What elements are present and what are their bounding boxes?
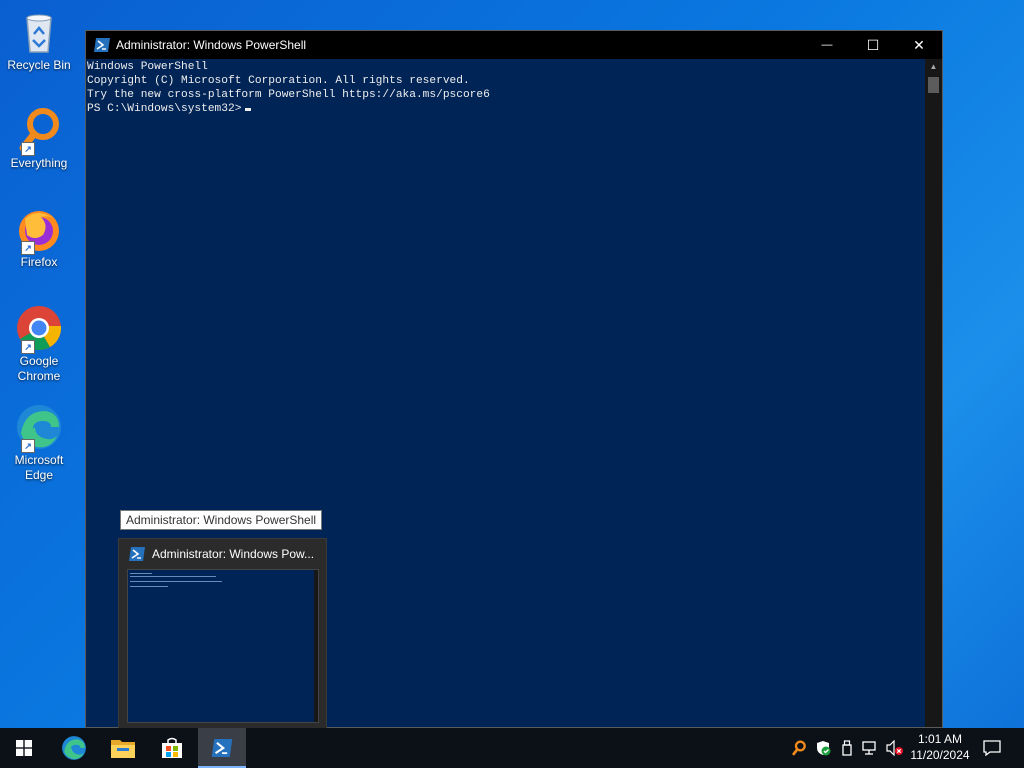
recycle-bin-icon xyxy=(15,8,63,56)
desktop-icon-google-chrome[interactable]: ↗ Google Chrome xyxy=(4,304,74,384)
start-icon xyxy=(16,740,32,756)
scroll-up-icon[interactable]: ▲ xyxy=(925,59,942,75)
powershell-icon xyxy=(211,739,233,757)
shortcut-arrow-icon: ↗ xyxy=(21,241,35,255)
taskbar-powershell[interactable] xyxy=(198,728,246,768)
chrome-icon: ↗ xyxy=(15,304,63,354)
console-line: Copyright (C) Microsoft Corporation. All… xyxy=(87,75,470,87)
window-title: Administrator: Windows PowerShell xyxy=(116,38,307,52)
usb-device-icon xyxy=(842,740,852,756)
thumb-scrollbar xyxy=(314,570,318,722)
preview-titlebar: Administrator: Windows Pow... xyxy=(119,539,326,569)
desktop-icon-label: Microsoft Edge xyxy=(14,453,64,482)
thumb-line xyxy=(130,573,152,574)
maximize-icon: ☐ xyxy=(866,36,880,53)
minimize-button[interactable]: — xyxy=(804,31,850,59)
tray-usb[interactable] xyxy=(836,728,858,768)
desktop-icon-label: Everything xyxy=(10,156,68,170)
taskbar-thumbnail-preview[interactable]: Administrator: Windows Pow... xyxy=(118,538,327,730)
taskbar: 1:01 AM 11/20/2024 xyxy=(0,728,1024,768)
console-prompt-line[interactable]: PS C:\Windows\system32> xyxy=(87,102,924,116)
console-prompt: PS C:\Windows\system32> xyxy=(87,103,242,115)
console-line: Try the new cross-platform PowerShell ht… xyxy=(87,89,490,101)
network-icon xyxy=(862,741,876,755)
everything-search-icon xyxy=(792,740,806,756)
taskbar-edge[interactable] xyxy=(50,728,98,768)
security-shield-icon xyxy=(817,741,831,756)
taskbar-clock[interactable]: 1:01 AM 11/20/2024 xyxy=(904,731,976,763)
thumb-line xyxy=(130,581,222,582)
thumb-line xyxy=(130,586,168,587)
start-button[interactable] xyxy=(0,728,48,768)
taskbar-microsoft-store[interactable] xyxy=(148,728,196,768)
clock-date: 11/20/2024 xyxy=(910,748,970,762)
desktop-icon-everything[interactable]: ↗ Everything xyxy=(4,106,74,171)
desktop-icon-firefox[interactable]: ↗ Firefox xyxy=(4,205,74,270)
powershell-icon xyxy=(94,38,110,52)
maximize-button[interactable]: ☐ xyxy=(850,31,896,59)
everything-search-icon: ↗ xyxy=(15,106,63,156)
tray-volume[interactable] xyxy=(884,728,906,768)
vertical-scrollbar[interactable]: ▲ xyxy=(925,59,942,727)
firefox-icon: ↗ xyxy=(15,205,63,255)
taskbar-file-explorer[interactable] xyxy=(99,728,147,768)
desktop-icon-label: Recycle Bin xyxy=(7,58,71,72)
close-icon: ✕ xyxy=(913,36,925,53)
shortcut-arrow-icon: ↗ xyxy=(21,142,35,156)
console-line: Windows PowerShell xyxy=(87,61,208,73)
thumb-line xyxy=(130,576,216,577)
powershell-icon xyxy=(129,547,145,561)
scrollbar-thumb[interactable] xyxy=(928,77,939,93)
tray-security[interactable] xyxy=(812,728,834,768)
desktop-icon-label: Firefox xyxy=(20,255,58,269)
clock-time: 1:01 AM xyxy=(917,732,963,746)
preview-thumbnail xyxy=(127,569,319,723)
window-titlebar[interactable]: Administrator: Windows PowerShell — ☐ ✕ xyxy=(86,31,942,59)
taskbar-tooltip: Administrator: Windows PowerShell xyxy=(120,510,323,530)
shortcut-arrow-icon: ↗ xyxy=(21,439,35,453)
preview-title: Administrator: Windows Pow... xyxy=(152,547,315,561)
edge-icon xyxy=(62,736,86,760)
tray-network[interactable] xyxy=(860,728,882,768)
text-cursor xyxy=(245,108,252,111)
notification-icon xyxy=(983,740,1001,756)
desktop-icon-microsoft-edge[interactable]: ↗ Microsoft Edge xyxy=(4,403,74,483)
tray-everything[interactable] xyxy=(788,728,810,768)
action-center-button[interactable] xyxy=(978,728,1006,768)
file-explorer-icon xyxy=(111,740,135,758)
desktop-icon-recycle-bin[interactable]: Recycle Bin xyxy=(4,8,74,73)
minimize-icon: — xyxy=(821,39,833,51)
edge-icon: ↗ xyxy=(15,403,63,453)
shortcut-arrow-icon: ↗ xyxy=(21,340,35,354)
microsoft-store-icon xyxy=(162,737,182,758)
volume-muted-icon xyxy=(886,740,903,756)
desktop-icon-label: Google Chrome xyxy=(17,354,61,383)
close-button[interactable]: ✕ xyxy=(896,31,942,59)
